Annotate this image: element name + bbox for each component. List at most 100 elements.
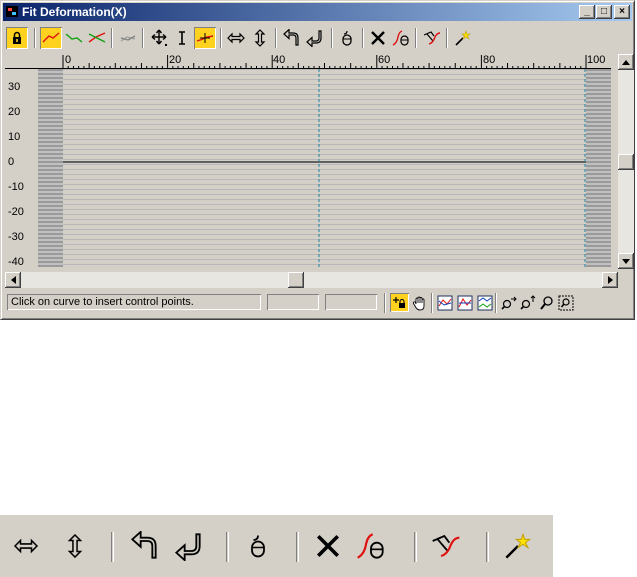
main-toolbar: [3, 24, 632, 52]
vertical-scroll-thumb[interactable]: [618, 154, 634, 170]
status-separator: [384, 293, 386, 313]
insert-bezier-point-button[interactable]: [194, 27, 216, 49]
toolbar-detail-strip: [0, 515, 553, 577]
status-lock-button[interactable]: [390, 293, 409, 312]
toolbar-separator: [34, 28, 36, 48]
display-x-axis-button[interactable]: [40, 27, 62, 49]
status-separator: [431, 293, 433, 313]
mirror-horizontally-icon: [227, 32, 245, 44]
pan-button[interactable]: [410, 293, 429, 312]
zoom-button[interactable]: [537, 293, 556, 312]
scroll-right-button[interactable]: [602, 272, 618, 288]
app-icon[interactable]: [6, 6, 18, 17]
maximize-button[interactable]: □: [596, 5, 612, 19]
y-axis-label: 30: [8, 81, 21, 93]
mirror-vertically-button[interactable]: [249, 27, 271, 49]
toolbar-separator: [111, 532, 114, 562]
delete-control-point-button[interactable]: [336, 27, 358, 49]
zoom-vertical-extents-button[interactable]: [475, 293, 494, 312]
scroll-up-button[interactable]: [618, 54, 634, 70]
delete-curve-button[interactable]: [390, 27, 412, 49]
display-y-axis-icon: [65, 33, 83, 43]
swap-deform-curves-button[interactable]: [117, 27, 139, 49]
toolbar-separator: [415, 28, 417, 48]
arrow-up-icon: [622, 59, 630, 65]
zoom-horizontal-extents-button[interactable]: [455, 293, 474, 312]
rotate-90-cw-button-large[interactable]: [170, 528, 206, 564]
generate-path-button-large[interactable]: [500, 528, 536, 564]
mirror-horizontally-icon: [13, 538, 39, 554]
toolbar-separator: [142, 28, 144, 48]
right-range-stripe: [586, 69, 611, 267]
scale-control-point-icon: [179, 31, 185, 45]
move-control-point-button[interactable]: [148, 27, 170, 49]
y-axis-label: -20: [8, 206, 24, 218]
display-xy-axes-button[interactable]: [86, 27, 108, 49]
percent-ruler: 0 20 40 60 80 100: [5, 54, 611, 69]
horizontal-scrollbar[interactable]: [5, 272, 618, 288]
delete-curve-icon: [357, 533, 384, 559]
display-xy-axes-icon: [88, 32, 106, 43]
rotate-90-cw-icon: [306, 30, 322, 47]
insert-bezier-point-icon: [196, 33, 214, 43]
pan-hand-icon: [412, 296, 424, 310]
mirror-horizontally-button-large[interactable]: [8, 528, 44, 564]
point-y-field[interactable]: [325, 294, 377, 310]
scroll-down-button[interactable]: [618, 253, 634, 269]
get-shape-button-large[interactable]: [428, 528, 464, 564]
mirror-vertically-icon: [67, 533, 83, 559]
y-axis: 30 20 10 0 -10 -20 -30 -40: [5, 69, 38, 268]
scale-control-point-button[interactable]: [171, 27, 193, 49]
zoom-region-button[interactable]: [556, 293, 575, 312]
reset-curve-button-large[interactable]: [310, 528, 346, 564]
zoom-horizontal-extents-icon: [457, 295, 472, 310]
deformation-graph[interactable]: [63, 69, 586, 267]
toolbar-separator: [226, 532, 229, 562]
y-axis-label: 0: [8, 156, 15, 168]
arrow-left-icon: [10, 276, 16, 284]
mirror-vertically-icon: [254, 29, 266, 47]
swap-deform-curves-icon: [120, 35, 136, 42]
vertical-scrollbar[interactable]: [618, 54, 634, 269]
rotate-90-ccw-button-large[interactable]: [126, 528, 162, 564]
ruler-label: 60: [378, 54, 391, 66]
display-y-axis-button[interactable]: [63, 27, 85, 49]
ruler-ticks: [5, 55, 611, 69]
toolbar-separator: [446, 28, 448, 48]
minimize-button[interactable]: _: [579, 5, 595, 19]
mirror-vertically-button-large[interactable]: [57, 528, 93, 564]
get-shape-button[interactable]: [421, 27, 443, 49]
zoom-extents-button[interactable]: [435, 293, 454, 312]
toolbar-separator: [111, 28, 113, 48]
title-bar[interactable]: Fit Deformation(X) _ □ ×: [3, 3, 632, 21]
delete-control-point-button-large[interactable]: [240, 528, 276, 564]
lock-aspect-button[interactable]: [6, 27, 28, 49]
toolbar-separator: [275, 28, 277, 48]
mirror-horizontally-button[interactable]: [225, 27, 247, 49]
toolbar-separator: [486, 532, 489, 562]
arrow-right-icon: [607, 276, 613, 284]
reset-curve-icon: [371, 31, 385, 45]
generate-path-icon: [505, 532, 532, 559]
delete-curve-button-large[interactable]: [353, 528, 389, 564]
y-axis-label: 20: [8, 106, 21, 118]
generate-path-button[interactable]: [452, 27, 474, 49]
graph-canvas[interactable]: [63, 69, 586, 267]
delete-control-point-icon: [251, 535, 265, 558]
toolbar-separator: [331, 28, 333, 48]
point-x-field[interactable]: [267, 294, 319, 310]
reset-curve-button[interactable]: [367, 27, 389, 49]
zoom-horizontal-button[interactable]: [499, 293, 518, 312]
rotate-90-ccw-icon: [130, 531, 157, 559]
rotate-90-cw-button[interactable]: [303, 27, 325, 49]
get-shape-icon: [432, 534, 460, 558]
y-axis-label: -30: [8, 231, 24, 243]
zoom-horizontal-icon: [500, 296, 517, 310]
zoom-icon: [539, 295, 553, 310]
zoom-vertical-button[interactable]: [518, 293, 537, 312]
horizontal-scroll-thumb[interactable]: [288, 272, 304, 288]
arrow-down-icon: [622, 258, 630, 264]
rotate-90-ccw-button[interactable]: [280, 27, 302, 49]
close-button[interactable]: ×: [614, 5, 630, 19]
scroll-left-button[interactable]: [5, 272, 21, 288]
